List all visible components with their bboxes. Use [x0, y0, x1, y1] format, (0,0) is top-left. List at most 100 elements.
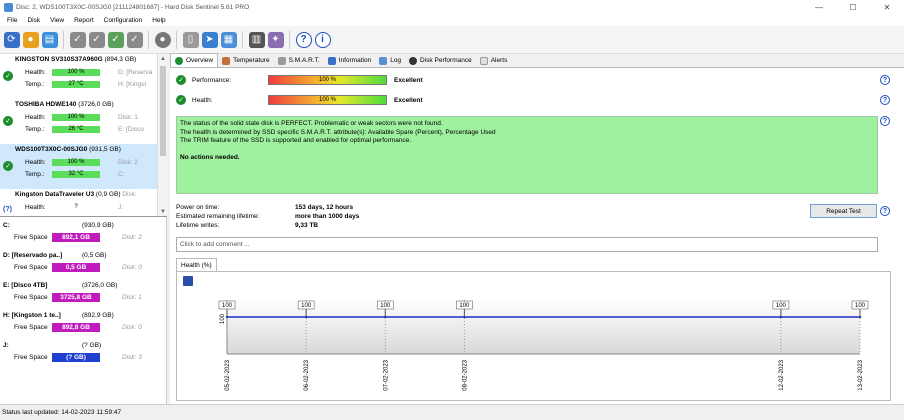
health-help-icon[interactable]: ?	[880, 95, 890, 105]
main-panel: Overview Temperature S.M.A.R.T. Informat…	[170, 53, 904, 404]
chart-icon[interactable]: ▥	[248, 31, 265, 48]
maximize-icon[interactable]: ☐	[836, 0, 870, 14]
volume-disk: Disk: 0	[122, 324, 142, 331]
menu-file[interactable]: File	[2, 17, 22, 24]
menu-disk[interactable]: Disk	[22, 17, 45, 24]
refresh-icon[interactable]: ⟳	[3, 31, 20, 48]
menu-report[interactable]: Report	[69, 17, 99, 24]
repeat-test-button[interactable]: Repeat Test	[810, 204, 877, 218]
performance-help-icon[interactable]: ?	[880, 75, 890, 85]
performance-text: Excellent	[394, 76, 423, 84]
menu-configuration[interactable]: Configuration	[99, 17, 148, 24]
chart-data-label: 100	[776, 303, 787, 309]
tab-health-chart[interactable]: Health (%)	[176, 258, 217, 272]
toolbar-separator	[176, 30, 177, 49]
disk-item-selected[interactable]: WDS100T3X0C-00SJG0 (931,5 GB) ✓ Health: …	[0, 144, 157, 189]
volume-item[interactable]: H: [Kingston 1 te..] (892,9 GB) Free Spa…	[0, 309, 167, 339]
tab-disk-performance[interactable]: Disk Performance	[405, 54, 476, 67]
volume-item[interactable]: D: [Reservado pa..] (0,5 GB) Free Space …	[0, 249, 167, 279]
chart-data-label: 100	[301, 303, 312, 309]
temp-bar: 27 °C	[52, 81, 100, 88]
free-space-bar: 3725,8 GB	[52, 293, 100, 302]
volume-size: (? GB)	[82, 342, 102, 349]
health-label: Health:	[25, 204, 46, 211]
chart-x-tick-label: 07-02-2023	[383, 359, 389, 390]
log-icon	[379, 56, 388, 65]
tab-log[interactable]: Log	[375, 54, 405, 67]
tab-overview[interactable]: Overview	[170, 53, 219, 67]
volume-item[interactable]: E: [Disco 4TB] (3726,0 GB) Free Space 37…	[0, 279, 167, 309]
menu-bar: File Disk View Report Configuration Help	[0, 14, 904, 26]
volume-disk: Disk: 2	[122, 234, 142, 241]
title-bar: Disc: 2, WDS100T3X0C-00SJG0 [21112480168…	[0, 0, 904, 14]
health-chart: 100 100 05-02-2023 100 06-02-2023 100 07-02-20…	[176, 271, 891, 401]
toolbar-separator	[289, 30, 290, 49]
volume-disk: Disk: 1	[122, 294, 142, 301]
volume-name: H: [Kingston 1 te..]	[3, 312, 61, 319]
health-chart-svg: 100 100 05-02-2023 100 06-02-2023 100 07-02-20…	[218, 300, 869, 391]
performance-row: ✓ Performance: 100 % Excellent	[176, 74, 896, 86]
scroll-thumb[interactable]	[160, 66, 166, 156]
disk-item[interactable]: TOSHIBA HDWE140 (3726,0 GB) ✓ Health: 10…	[0, 99, 157, 144]
health-bar: 100 %	[52, 159, 100, 166]
report-icon[interactable]: ▤	[41, 31, 58, 48]
disk-info-icon[interactable]: ●	[22, 31, 39, 48]
free-space-label: Free Space	[14, 294, 48, 301]
disk-list-scrollbar[interactable]: ▲ ▼	[157, 54, 167, 216]
disk-name: WDS100T3X0C-00SJG0 (931,5 GB)	[15, 146, 121, 153]
scroll-down-icon[interactable]: ▼	[158, 207, 167, 216]
window-controls: — ☐ ✕	[802, 0, 904, 14]
network-icon[interactable]: ▦	[220, 31, 237, 48]
lifetime-writes-label: Lifetime writes:	[176, 222, 220, 229]
disk-item[interactable]: KINGSTON SV310S37A960G (894,3 GB) ✓ Heal…	[0, 54, 157, 99]
acoustic-icon[interactable]: ●	[154, 31, 171, 48]
chart-data-label: 100	[380, 303, 391, 309]
message-help-icon[interactable]: ?	[880, 116, 890, 126]
disk-item[interactable]: Kingston DataTraveler U3 (0,9 GB) Disk: …	[0, 189, 157, 216]
repeat-help-icon[interactable]: ?	[880, 206, 890, 216]
disk-side-info: D: [Reserva	[118, 69, 153, 76]
surface-test-icon[interactable]: ✓	[126, 31, 143, 48]
overview-icon	[175, 56, 183, 65]
save-icon[interactable]	[183, 276, 193, 286]
test-icon[interactable]: ✓	[69, 31, 86, 48]
tab-alerts[interactable]: Alerts	[476, 54, 512, 67]
menu-view[interactable]: View	[45, 17, 69, 24]
volume-item[interactable]: C: (930,9 GB) Free Space 892,1 GB Disk: …	[0, 219, 167, 249]
volume-size: (3726,0 GB)	[82, 282, 118, 289]
extended-test-icon[interactable]: ✓	[107, 31, 124, 48]
scroll-up-icon[interactable]: ▲	[158, 54, 167, 64]
menu-help[interactable]: Help	[147, 17, 170, 24]
volume-name: E: [Disco 4TB]	[3, 282, 48, 289]
disk-name: KINGSTON SV310S37A960G (894,3 GB)	[15, 56, 137, 63]
ok-icon: ✓	[176, 75, 186, 85]
short-test-icon[interactable]: ✓	[88, 31, 105, 48]
document-icon[interactable]: ▯	[182, 31, 199, 48]
health-bar: 100 %	[52, 69, 100, 76]
volume-size: (0,5 GB)	[82, 252, 107, 259]
close-icon[interactable]: ✕	[870, 0, 904, 14]
volume-disk: Disk: 0	[122, 264, 142, 271]
chart-data-label: 100	[459, 303, 470, 309]
disk-name: TOSHIBA HDWE140 (3726,0 GB)	[15, 101, 114, 108]
help-icon[interactable]: ?	[295, 31, 312, 48]
tab-smart[interactable]: S.M.A.R.T.	[274, 54, 324, 67]
comment-input[interactable]: Click to add comment ...	[176, 237, 878, 252]
disk-name: Kingston DataTraveler U3 (0,9 GB) Disk:	[15, 191, 137, 198]
temp-label: Temp.:	[25, 171, 45, 178]
health-bar: 100 %	[268, 95, 387, 105]
about-icon[interactable]: i	[314, 31, 331, 48]
minimize-icon[interactable]: —	[802, 0, 836, 14]
free-space-label: Free Space	[14, 354, 48, 361]
ok-icon: ✓	[3, 161, 13, 171]
settings-icon[interactable]: ✦	[267, 31, 284, 48]
alert-icon	[479, 56, 488, 65]
send-icon[interactable]: ➤	[201, 31, 218, 48]
volume-item[interactable]: J: (? GB) Free Space (? GB) Disk: 3	[0, 339, 167, 369]
free-space-label: Free Space	[14, 264, 48, 271]
thermometer-icon	[222, 56, 231, 65]
tab-information[interactable]: Information	[324, 54, 376, 67]
disk-side-info: J:	[118, 204, 124, 211]
tab-temperature[interactable]: Temperature	[218, 54, 274, 67]
status-bar: Status last updated: 14-02-2023 11:59:47	[0, 404, 904, 420]
